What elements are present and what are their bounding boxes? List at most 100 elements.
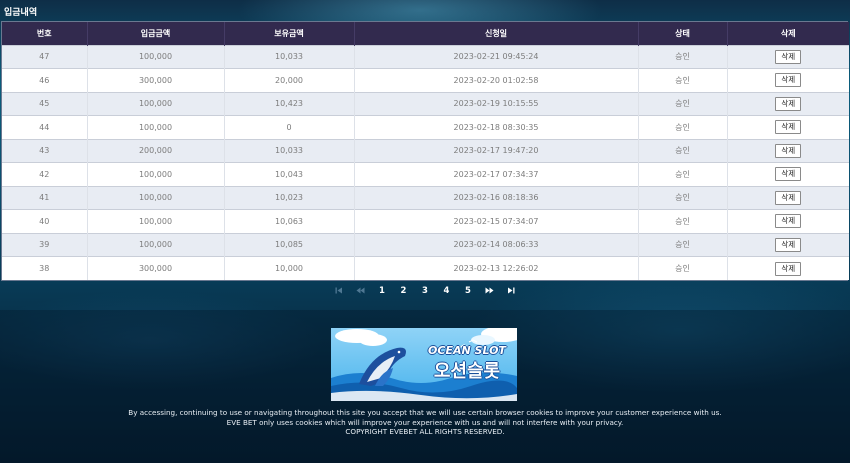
delete-button[interactable]: 삭제 [775, 96, 802, 111]
cell-delete: 삭제 [727, 68, 849, 92]
page-5-link[interactable]: 5 [457, 286, 479, 296]
cell-deposit-amount: 100,000 [87, 115, 225, 139]
delete-button[interactable]: 삭제 [775, 261, 802, 276]
cell-deposit-amount: 100,000 [87, 232, 225, 257]
table-header-row: 번호 입금금액 보유금액 신청일 상태 삭제 [2, 22, 849, 45]
cell-balance: 0 [224, 115, 355, 139]
cell-deposit-amount: 100,000 [87, 185, 225, 210]
cell-number: 46 [2, 68, 88, 92]
last-page-button[interactable] [500, 286, 522, 296]
cell-number: 44 [2, 115, 88, 139]
cell-deposit-amount: 100,000 [87, 44, 225, 69]
cell-status: 승인 [638, 91, 728, 116]
banner-title-en: OCEAN SLOT [428, 344, 506, 357]
cell-delete: 삭제 [727, 138, 849, 163]
cell-status: 승인 [638, 44, 728, 69]
cell-balance: 10,000 [224, 256, 355, 280]
cell-delete: 삭제 [727, 44, 849, 69]
cell-status: 승인 [638, 138, 728, 163]
delete-button[interactable]: 삭제 [775, 120, 802, 135]
cell-request-date: 2023-02-13 12:26:02 [354, 256, 639, 280]
cell-balance: 10,043 [224, 162, 355, 186]
cell-deposit-amount: 100,000 [87, 209, 225, 233]
cell-status: 승인 [638, 209, 728, 233]
table-row: 44 100,000 0 2023-02-18 08:30:35 승인 삭제 [2, 115, 849, 139]
deposit-history-table: 번호 입금금액 보유금액 신청일 상태 삭제 47 100,000 10,033 20… [1, 21, 849, 281]
cell-request-date: 2023-02-18 08:30:35 [354, 115, 639, 139]
copyright-text: COPYRIGHT EVEBET ALL RIGHTS RESERVED. [345, 427, 505, 436]
banner-title-ko: 오션슬롯 [433, 361, 501, 382]
column-header-delete: 삭제 [780, 28, 796, 38]
cell-number: 41 [2, 185, 88, 210]
cell-request-date: 2023-02-17 07:34:37 [354, 162, 639, 186]
cell-status: 승인 [638, 232, 728, 257]
cell-delete: 삭제 [727, 162, 849, 186]
pagination: 1 2 3 4 5 [0, 284, 850, 298]
table-row: 43 200,000 10,033 2023-02-17 19:47:20 승인 삭제 [2, 138, 849, 163]
cell-deposit-amount: 100,000 [87, 162, 225, 186]
delete-button[interactable]: 삭제 [775, 167, 802, 182]
footer-notice: By accessing, continuing to use or navig… [0, 408, 850, 437]
cell-delete: 삭제 [727, 209, 849, 233]
cell-status: 승인 [638, 162, 728, 186]
table-row: 39 100,000 10,085 2023-02-14 08:06:33 승인 삭제 [2, 232, 849, 257]
next-page-icon [485, 287, 494, 294]
table-row: 42 100,000 10,043 2023-02-17 07:34:37 승인 삭제 [2, 162, 849, 186]
next-page-button[interactable] [479, 286, 501, 296]
cell-balance: 10,085 [224, 232, 355, 257]
prev-page-icon [356, 287, 365, 294]
cell-request-date: 2023-02-21 09:45:24 [354, 44, 639, 69]
cell-number: 40 [2, 209, 88, 233]
table-row: 40 100,000 10,063 2023-02-15 07:34:07 승인 삭제 [2, 209, 849, 233]
cell-status: 승인 [638, 115, 728, 139]
table-row: 45 100,000 10,423 2023-02-19 10:15:55 승인 삭제 [2, 91, 849, 116]
cell-delete: 삭제 [727, 232, 849, 257]
first-page-icon [335, 287, 342, 294]
cell-request-date: 2023-02-19 10:15:55 [354, 91, 639, 116]
column-header-balance: 보유금액 [224, 22, 355, 45]
cell-request-date: 2023-02-20 01:02:58 [354, 68, 639, 92]
cell-number: 42 [2, 162, 88, 186]
cell-request-date: 2023-02-16 08:18:36 [354, 185, 639, 210]
page-1-link[interactable]: 1 [371, 286, 393, 296]
page-2-link[interactable]: 2 [393, 286, 415, 296]
delete-button[interactable]: 삭제 [775, 49, 802, 64]
page-3-link[interactable]: 3 [414, 286, 436, 296]
page-title: 입금내역 [4, 8, 38, 18]
cell-number: 45 [2, 91, 88, 116]
column-header-request-date: 신청일 [354, 22, 639, 45]
cell-number: 38 [2, 256, 88, 280]
cell-delete: 삭제 [727, 185, 849, 210]
delete-button[interactable]: 삭제 [775, 143, 802, 158]
cell-delete: 삭제 [727, 91, 849, 116]
column-header-number: 번호 [2, 22, 88, 45]
delete-button[interactable]: 삭제 [775, 237, 802, 252]
cell-number: 43 [2, 138, 88, 163]
cell-status: 승인 [638, 185, 728, 210]
cell-deposit-amount: 100,000 [87, 91, 225, 116]
table-row: 47 100,000 10,033 2023-02-21 09:45:24 승인 삭제 [2, 44, 849, 69]
cell-deposit-amount: 300,000 [87, 68, 225, 92]
delete-button[interactable]: 삭제 [775, 190, 802, 205]
cell-request-date: 2023-02-17 19:47:20 [354, 138, 639, 163]
ocean-slot-banner[interactable]: OCEAN SLOT 오션슬롯 [331, 328, 517, 401]
cell-balance: 10,033 [224, 44, 355, 69]
first-page-button[interactable] [328, 286, 350, 296]
cell-request-date: 2023-02-15 07:34:07 [354, 209, 639, 233]
cell-balance: 10,023 [224, 185, 355, 210]
cookie-notice-line: By accessing, continuing to use or navig… [128, 408, 722, 417]
prev-page-button[interactable] [350, 286, 372, 296]
cell-number: 47 [2, 44, 88, 69]
table-row: 46 300,000 20,000 2023-02-20 01:02:58 승인 삭제 [2, 68, 849, 92]
cookie-privacy-line: EVE BET only uses cookies which will imp… [226, 417, 624, 427]
delete-button[interactable]: 삭제 [775, 214, 802, 229]
cell-number: 39 [2, 232, 88, 257]
cell-request-date: 2023-02-14 08:06:33 [354, 232, 639, 257]
cell-delete: 삭제 [727, 115, 849, 139]
cell-balance: 10,423 [224, 91, 355, 116]
table-row: 38 300,000 10,000 2023-02-13 12:26:02 승인 삭제 [2, 256, 849, 280]
page-4-link[interactable]: 4 [436, 286, 458, 296]
cell-balance: 20,000 [224, 68, 355, 92]
delete-button[interactable]: 삭제 [775, 73, 802, 88]
last-page-icon [508, 287, 515, 294]
